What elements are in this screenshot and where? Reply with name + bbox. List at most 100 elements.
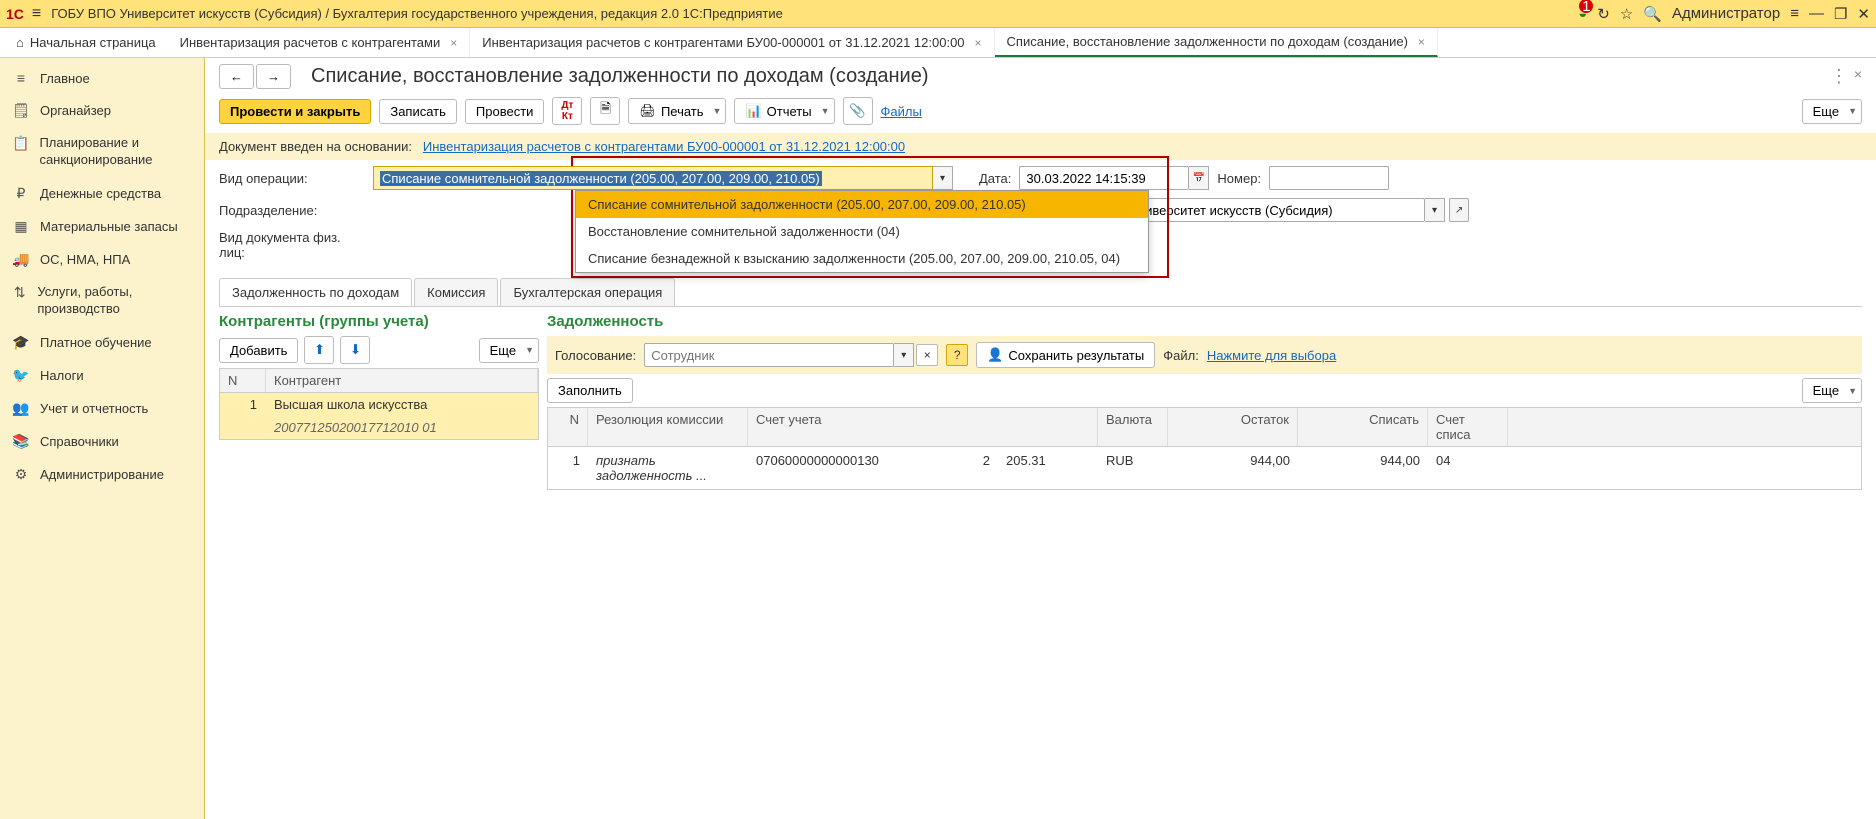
sidebar-item-taxes[interactable]: 🐦Налоги — [0, 359, 204, 392]
table-row[interactable]: 1 Высшая школа искусства — [220, 393, 538, 416]
col-n: N — [548, 408, 588, 446]
main-menu-icon[interactable]: ≡ — [32, 5, 41, 23]
doc-type-label: Вид документа физ. лиц: — [219, 230, 365, 260]
notifications-icon[interactable]: ◒ 1 — [1578, 5, 1587, 22]
close-icon[interactable]: × — [1418, 35, 1425, 49]
close-icon[interactable]: × — [975, 36, 982, 50]
close-icon[interactable]: × — [450, 36, 457, 50]
help-icon[interactable]: ? — [946, 344, 968, 366]
close-window-icon[interactable]: ✕ — [1857, 5, 1870, 23]
cell-n: 1 — [548, 451, 588, 485]
dropdown-option[interactable]: Списание безнадежной к взысканию задолже… — [576, 245, 1148, 272]
clear-icon[interactable]: × — [916, 344, 938, 366]
history-icon[interactable]: ↻ — [1597, 5, 1610, 23]
favorite-icon[interactable]: ☆ — [1620, 5, 1633, 23]
dropdown-option[interactable]: Списание сомнительной задолженности (205… — [576, 191, 1148, 218]
post-and-close-button[interactable]: Провести и закрыть — [219, 99, 371, 124]
nav-back-button[interactable]: ← — [219, 64, 254, 89]
tab-writeoff[interactable]: Списание, восстановление задолженности п… — [995, 28, 1438, 57]
debt-panel: Задолженность Голосование: ▾ × ? 👤Сохран… — [547, 307, 1862, 819]
document-tabs: ⌂ Начальная страница Инвентаризация расч… — [0, 28, 1876, 58]
restore-icon[interactable]: ❐ — [1834, 5, 1847, 23]
base-document-line: Документ введен на основании: Инвентариз… — [205, 133, 1876, 160]
close-page-icon[interactable]: × — [1854, 66, 1862, 87]
print-icon: 🖨 — [639, 103, 656, 119]
sub-tabs: Задолженность по доходам Комиссия Бухгал… — [219, 278, 1862, 307]
sidebar-item-assets[interactable]: 🚚ОС, НМА, НПА — [0, 243, 204, 276]
debt-title: Задолженность — [547, 307, 1862, 336]
home-icon: ⌂ — [16, 35, 24, 50]
cell-writeoff-account: 04 — [1428, 451, 1508, 485]
sidebar-item-money[interactable]: ₽Денежные средства — [0, 177, 204, 210]
cell-account: 205.31 — [998, 451, 1098, 485]
list-icon: ≡ — [12, 70, 30, 86]
person-icon: 👤 — [987, 347, 1003, 363]
more-button[interactable]: Еще▼ — [479, 338, 539, 363]
subtab-accounting[interactable]: Бухгалтерская операция — [500, 278, 675, 306]
minimize-icon[interactable]: — — [1809, 5, 1824, 22]
settings-icon[interactable]: ≡ — [1790, 5, 1799, 22]
sidebar-item-inventory[interactable]: ▦Материальные запасы — [0, 210, 204, 243]
sidebar-item-admin[interactable]: ⚙Администрирование — [0, 458, 204, 491]
print-button[interactable]: 🖨Печать▼ — [628, 98, 726, 124]
chevron-down-icon: ▼ — [1848, 106, 1857, 116]
sidebar-item-reporting[interactable]: 👥Учет и отчетность — [0, 392, 204, 425]
employee-field[interactable] — [644, 343, 894, 367]
sidebar-item-education[interactable]: 🎓Платное обучение — [0, 326, 204, 359]
voting-row: Голосование: ▾ × ? 👤Сохранить результаты… — [547, 336, 1862, 374]
cell-resolution: признать задолженность ... — [588, 451, 748, 485]
col-account: Счет учета — [748, 408, 1098, 446]
dropdown-toggle-button[interactable]: ▾ — [1425, 198, 1445, 222]
search-icon[interactable]: 🔍 — [1643, 5, 1662, 23]
save-results-button[interactable]: 👤Сохранить результаты — [976, 342, 1155, 368]
files-link[interactable]: Файлы — [881, 104, 922, 119]
attach-icon[interactable]: 📎 — [843, 97, 873, 125]
operation-type-field[interactable]: Списание сомнительной задолженности (205… — [373, 166, 933, 190]
document-icon[interactable]: 🗎 — [590, 97, 620, 125]
sidebar-item-planning[interactable]: 📋Планирование и санкционирование — [0, 127, 204, 177]
cell-code: 20077125020017712010 01 — [266, 416, 538, 439]
dropdown-toggle-button[interactable]: ▾ — [933, 166, 953, 190]
nav-forward-button[interactable]: → — [256, 64, 291, 89]
open-icon[interactable]: ↗ — [1449, 198, 1469, 222]
col-writeoff-account: Счет списа — [1428, 408, 1508, 446]
subtab-commission[interactable]: Комиссия — [414, 278, 498, 306]
contractors-title: Контрагенты (группы учета) — [219, 307, 539, 336]
fill-button[interactable]: Заполнить — [547, 378, 633, 403]
tab-home[interactable]: ⌂ Начальная страница — [4, 28, 168, 57]
col-currency: Валюта — [1098, 408, 1168, 446]
add-button[interactable]: Добавить — [219, 338, 298, 363]
calendar-icon[interactable]: 📅 — [1189, 166, 1209, 190]
tab-inventory[interactable]: Инвентаризация расчетов с контрагентами … — [168, 28, 471, 57]
dropdown-option[interactable]: Восстановление сомнительной задолженност… — [576, 218, 1148, 245]
save-button[interactable]: Записать — [379, 99, 457, 124]
operation-type-label: Вид операции: — [219, 171, 365, 186]
sidebar-item-services[interactable]: ⇅Услуги, работы, производство — [0, 276, 204, 326]
sidebar-item-organizer[interactable]: 🗒Органайзер — [0, 94, 204, 127]
move-up-icon[interactable]: ⬆ — [304, 336, 334, 364]
more-button[interactable]: Еще▼ — [1802, 99, 1862, 124]
title-bar: 1С ≡ ГОБУ ВПО Университет искусств (Субс… — [0, 0, 1876, 28]
cell-account-n: 2 — [948, 451, 998, 485]
date-field[interactable] — [1019, 166, 1189, 190]
dropdown-toggle-button[interactable]: ▾ — [894, 343, 914, 367]
dt-kt-icon[interactable]: ДтКт — [552, 97, 582, 125]
options-icon[interactable]: ⋮ — [1830, 66, 1848, 87]
reports-button[interactable]: 📊Отчеты▼ — [734, 98, 834, 124]
number-field[interactable] — [1269, 166, 1389, 190]
table-row[interactable]: 1 признать задолженность ... 07060000000… — [548, 447, 1861, 489]
sidebar-item-directories[interactable]: 📚Справочники — [0, 425, 204, 458]
tab-inventory-doc[interactable]: Инвентаризация расчетов с контрагентами … — [470, 28, 994, 57]
file-label: Файл: — [1163, 348, 1199, 363]
post-button[interactable]: Провести — [465, 99, 545, 124]
base-document-link[interactable]: Инвентаризация расчетов с контрагентами … — [423, 139, 905, 154]
user-name[interactable]: Администратор — [1672, 5, 1780, 22]
sidebar-item-main[interactable]: ≡Главное — [0, 62, 204, 94]
move-down-icon[interactable]: ⬇ — [340, 336, 370, 364]
debt-table-head: N Резолюция комиссии Счет учета Валюта О… — [547, 407, 1862, 447]
choose-file-link[interactable]: Нажмите для выбора — [1207, 348, 1336, 363]
chevron-down-icon: ▼ — [713, 106, 722, 116]
more-button[interactable]: Еще▼ — [1802, 378, 1862, 403]
cell-balance: 944,00 — [1168, 451, 1298, 485]
subtab-debt[interactable]: Задолженность по доходам — [219, 278, 412, 306]
